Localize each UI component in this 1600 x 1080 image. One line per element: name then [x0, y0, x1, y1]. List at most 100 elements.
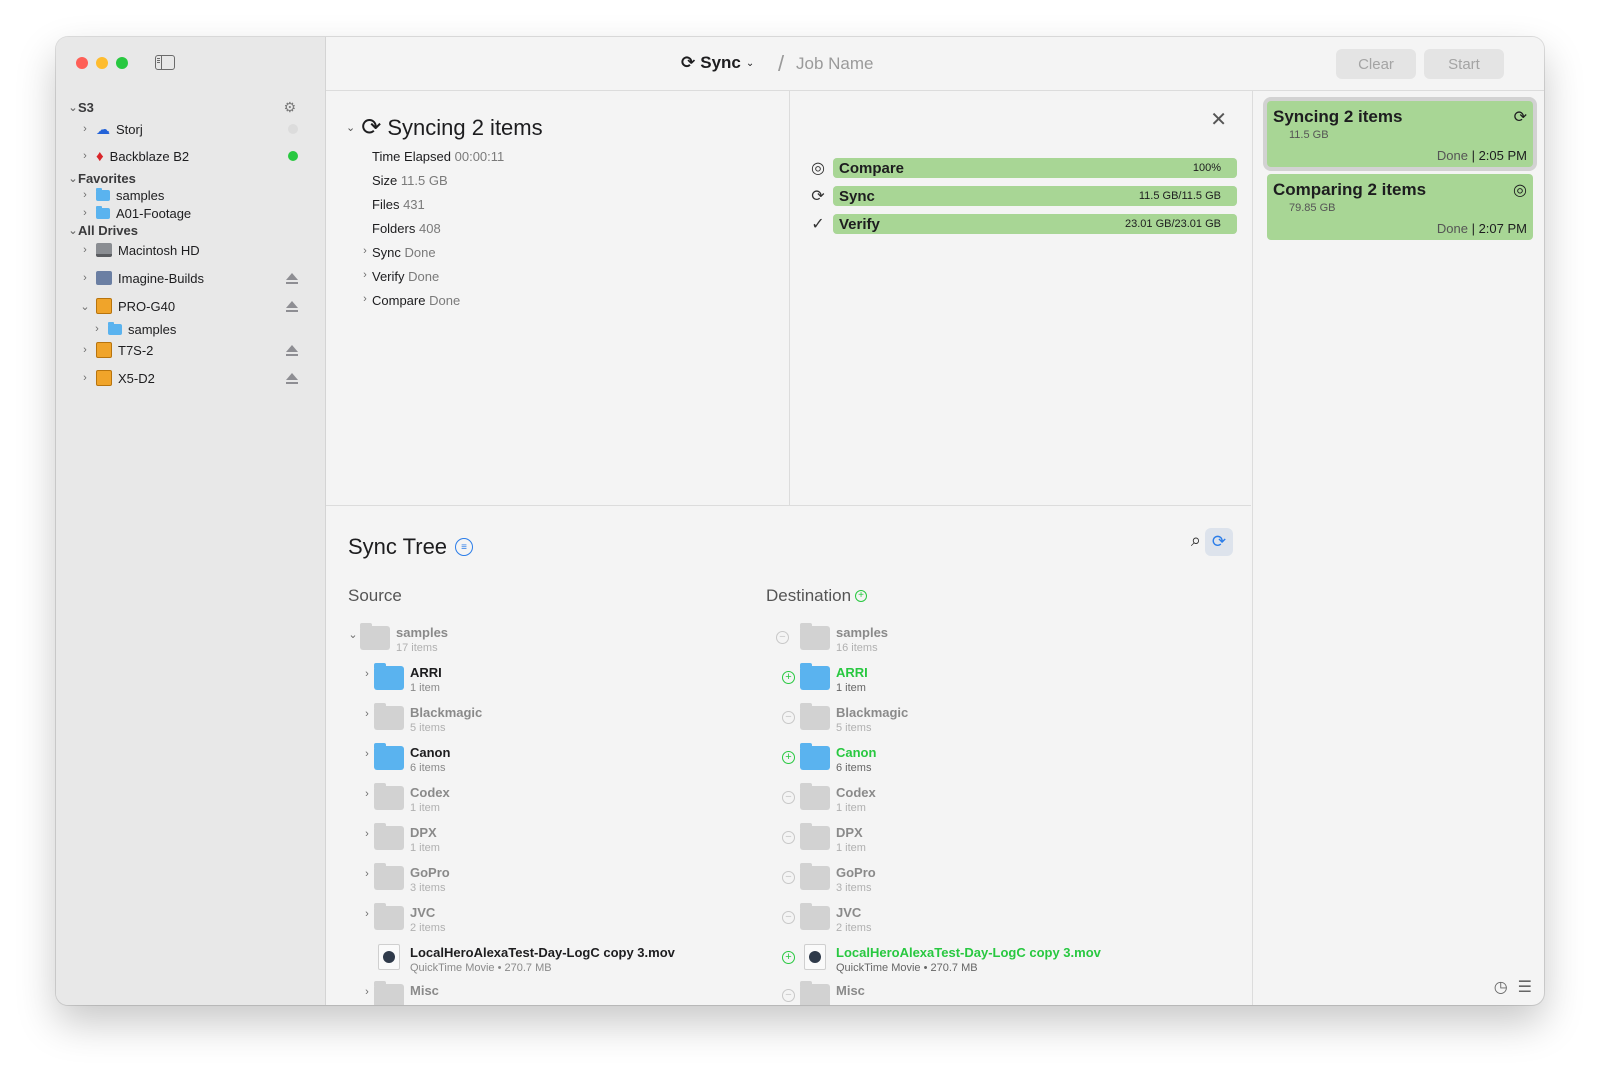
chevron-right-icon[interactable]: ›: [362, 788, 372, 800]
history-icon[interactable]: ◷: [1494, 977, 1508, 997]
sidebar-item-label: Storj: [116, 121, 143, 137]
progress-bar-verify: ✓ Verify 23.01 GB/23.01 GB: [807, 213, 1237, 235]
job-card[interactable]: Comparing 2 items ◎ 79.85 GB Done | 2:07…: [1267, 174, 1533, 240]
sidebar-item-pro-g40[interactable]: ⌄ PRO-G40: [80, 296, 318, 316]
gear-icon[interactable]: ⚙: [283, 99, 296, 116]
sidebar-item-storj[interactable]: › ☁ Storj: [80, 119, 318, 139]
sidebar-item-macintosh-hd[interactable]: › Macintosh HD: [80, 240, 199, 260]
item-name: Codex: [410, 785, 450, 800]
sidebar-item-samples[interactable]: › samples: [80, 185, 164, 205]
folder-row[interactable]: − DPX 1 item: [766, 822, 1166, 862]
folder-icon: [374, 783, 404, 810]
eject-icon[interactable]: [286, 373, 298, 384]
source-label: Source: [348, 586, 402, 605]
item-detail: 5 items: [410, 722, 446, 734]
chevron-right-icon[interactable]: ›: [362, 668, 372, 680]
phase-sync-row[interactable]: › Sync Done: [363, 245, 435, 260]
progress-bar-compare: ◎ Compare 100%: [807, 157, 1237, 179]
internal-drive-icon: [96, 243, 112, 257]
folder-row[interactable]: › ARRI 1 item: [348, 662, 748, 702]
item-name: LocalHeroAlexaTest-Day-LogC copy 3.mov: [410, 945, 675, 960]
item-detail: 2 items: [836, 922, 872, 934]
eject-icon[interactable]: [286, 301, 298, 312]
folder-row[interactable]: › Codex 1 item: [348, 782, 748, 822]
mode-selector[interactable]: ⟳ Sync ⌄: [681, 53, 754, 73]
chevron-down-icon: ⌄: [68, 172, 78, 185]
section-s3[interactable]: ⌄ S3 ⚙: [68, 97, 318, 117]
sidebar-item-backblaze[interactable]: › ♦ Backblaze B2: [80, 146, 318, 166]
eject-icon[interactable]: [286, 273, 298, 284]
folder-row[interactable]: › JVC 2 items: [348, 902, 748, 942]
refresh-icon[interactable]: ⟳: [1205, 528, 1233, 556]
zoom-window-button[interactable]: [116, 57, 128, 69]
item-name: Blackmagic: [410, 705, 483, 720]
folder-row[interactable]: › Blackmagic 5 items: [348, 702, 748, 742]
disk-image-icon: [96, 271, 112, 285]
folder-icon: [374, 863, 404, 890]
chevron-down-icon: ⌄: [68, 101, 78, 114]
folder-row[interactable]: − Codex 1 item: [766, 782, 1166, 822]
job-name-field[interactable]: Job Name: [796, 54, 873, 74]
chevron-down-icon[interactable]: ⌄: [348, 628, 358, 641]
phase-status: Done: [429, 293, 461, 308]
sidebar-item-pro-g40-samples[interactable]: › samples: [92, 319, 176, 339]
chevron-right-icon[interactable]: ›: [362, 708, 372, 720]
phase-label: Compare: [372, 293, 426, 308]
progress-bar-sync: ⟳ Sync 11.5 GB/11.5 GB: [807, 185, 1237, 207]
minimize-window-button[interactable]: [96, 57, 108, 69]
section-label: All Drives: [78, 222, 138, 238]
folder-row[interactable]: − GoPro 3 items: [766, 862, 1166, 902]
phase-verify-row[interactable]: › Verify Done: [363, 269, 439, 284]
item-name: samples: [396, 625, 449, 640]
file-row[interactable]: + LocalHeroAlexaTest-Day-LogC copy 3.mov Q…: [766, 942, 1166, 982]
sidebar-item-x5-d2[interactable]: › X5-D2: [80, 368, 318, 388]
search-icon[interactable]: ⌕: [1191, 530, 1201, 551]
chevron-right-icon: ›: [363, 269, 367, 281]
item-detail: 1 item: [410, 682, 440, 694]
filter-icon[interactable]: ☰: [1518, 977, 1532, 997]
folder-row[interactable]: ⌄ samples 17 items: [348, 622, 748, 662]
folder-row[interactable]: − Misc: [766, 980, 1166, 1005]
chevron-right-icon[interactable]: ›: [362, 908, 372, 920]
folder-row[interactable]: › Canon 6 items: [348, 742, 748, 782]
close-window-button[interactable]: [76, 57, 88, 69]
chevron-right-icon[interactable]: ›: [362, 828, 372, 840]
folder-icon: [800, 623, 830, 650]
folder-row[interactable]: − Blackmagic 5 items: [766, 702, 1166, 742]
added-icon: +: [782, 671, 795, 684]
sidebar-item-imagine-builds[interactable]: › Imagine-Builds: [80, 268, 318, 288]
chevron-right-icon[interactable]: ›: [362, 748, 372, 760]
progress-title[interactable]: ⌄ ⟳ Syncing 2 items: [346, 113, 543, 142]
folders-row: Folders 408: [372, 221, 441, 236]
clear-button[interactable]: Clear: [1336, 49, 1416, 79]
sidebar-toggle-icon[interactable]: [155, 55, 175, 70]
progress-track: Sync 11.5 GB/11.5 GB: [833, 186, 1237, 206]
job-card[interactable]: Syncing 2 items ⟳ 11.5 GB Done | 2:05 PM: [1267, 101, 1533, 167]
filter-icon[interactable]: ≡: [455, 538, 474, 556]
folder-row[interactable]: › Misc: [348, 980, 748, 1005]
add-destination-icon[interactable]: +: [855, 590, 868, 602]
folder-icon: [374, 743, 404, 770]
file-row[interactable]: LocalHeroAlexaTest-Day-LogC copy 3.mov Qu…: [348, 942, 748, 982]
info-label: Files: [372, 197, 400, 212]
title-separator: /: [778, 51, 785, 76]
start-button[interactable]: Start: [1424, 49, 1504, 79]
chevron-right-icon[interactable]: ›: [362, 986, 372, 998]
folder-icon: [374, 663, 404, 690]
folder-row[interactable]: › DPX 1 item: [348, 822, 748, 862]
folder-row[interactable]: − samples 16 items: [766, 622, 1166, 662]
sync-icon: ⟳: [811, 188, 825, 205]
folder-row[interactable]: + ARRI 1 item: [766, 662, 1166, 702]
folder-row[interactable]: + Canon 6 items: [766, 742, 1166, 782]
section-all-drives[interactable]: ⌄ All Drives: [68, 220, 138, 240]
phase-compare-row[interactable]: › Compare Done: [363, 293, 461, 308]
sync-tree-pane: Sync Tree ≡ ⌕ ⟳ Source Destination + ⌄ sa…: [326, 505, 1251, 1005]
sidebar-item-t7s-2[interactable]: › T7S-2: [80, 340, 318, 360]
chevron-right-icon[interactable]: ›: [362, 868, 372, 880]
item-name: Codex: [836, 785, 876, 800]
close-icon[interactable]: ✕: [1210, 107, 1227, 132]
folder-row[interactable]: › GoPro 3 items: [348, 862, 748, 902]
folder-row[interactable]: − JVC 2 items: [766, 902, 1166, 942]
eject-icon[interactable]: [286, 345, 298, 356]
sidebar-item-label: T7S-2: [118, 342, 154, 358]
